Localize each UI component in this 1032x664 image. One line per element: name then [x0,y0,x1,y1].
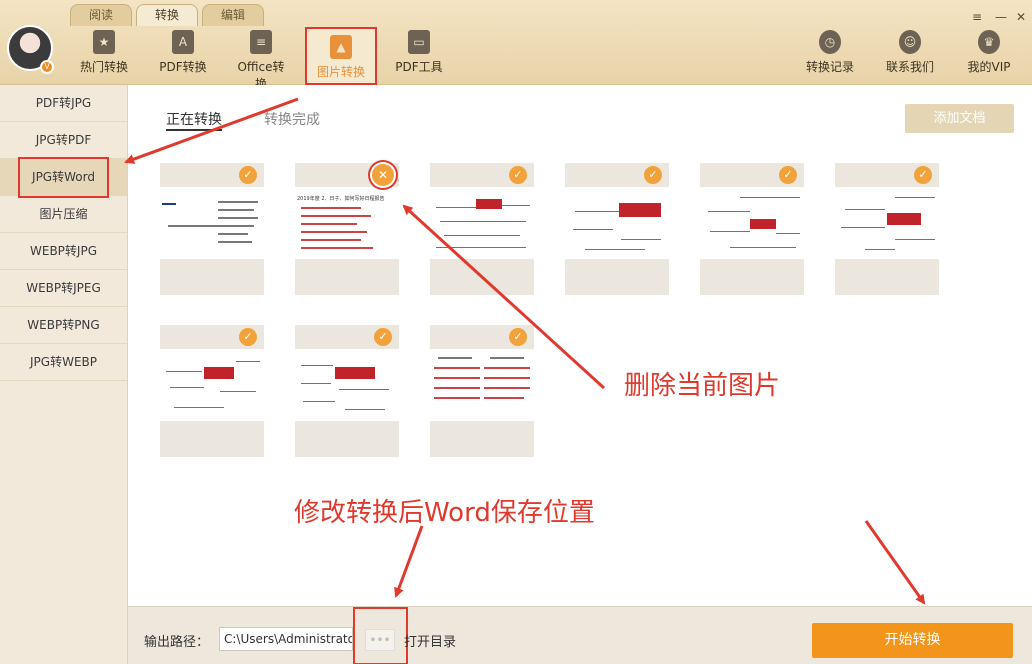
image-thumbnail[interactable]: ✓ [430,325,534,457]
tab-edit[interactable]: 编辑 [202,4,264,26]
image-thumbnail[interactable]: ✓ [160,163,264,295]
nav-image-convert-label: 图片转换 [316,65,365,79]
sidebar-item-label: WEBP转JPEG [26,281,101,295]
sidebar-item-image-compress[interactable]: 图片压缩 [0,196,127,233]
nav-history-label: 转换记录 [805,60,854,74]
thumbnail-preview [430,187,534,259]
sidebar-item-webp-to-jpg[interactable]: WEBP转JPG [0,233,127,270]
sidebar-item-jpg-to-webp[interactable]: JPG转WEBP [0,344,127,381]
annotation-delete: 删除当前图片 [624,371,781,401]
vip-badge-icon: V [40,60,54,74]
nav-vip[interactable]: ♛ 我的VIP [965,30,1013,82]
top-tabs: 阅读 转换 编辑 [70,4,268,26]
image-thumbnail[interactable]: ✓ [700,163,804,295]
checkmark-icon: ✓ [509,328,527,346]
minimize-icon[interactable]: — [995,10,1007,24]
image-thumbnail[interactable]: ✓ [295,325,399,457]
checkmark-icon: ✓ [374,328,392,346]
image-thumbnail[interactable]: ✓ [565,163,669,295]
checkmark-icon: ✓ [644,166,662,184]
sidebar: PDF转JPG JPG转PDF JPG转Word 图片压缩 WEBP转JPG W… [0,85,128,664]
sidebar-item-label: WEBP转JPG [30,244,97,258]
output-path-field[interactable]: C:\Users\Administrator [219,627,353,651]
sidebar-item-label: PDF转JPG [35,96,92,110]
headset-icon: ☺ [899,30,921,54]
thumbnail-preview [295,349,399,421]
checkmark-icon: ✓ [239,166,257,184]
thumbnail-preview [160,349,264,421]
close-icon[interactable]: ✕ [1016,10,1026,24]
sidebar-item-label: WEBP转PNG [27,318,100,332]
thumbnail-preview [565,187,669,259]
clock-icon: ◷ [819,30,841,54]
nav-contact-label: 联系我们 [885,60,934,74]
thumbnail-preview: 2019年度 2、日子、如何写好日程报告 [295,187,399,259]
nav-pdf-convert-label: PDF转换 [159,60,207,74]
checkmark-icon: ✓ [779,166,797,184]
thumbnail-preview [430,349,534,421]
nav-image-convert[interactable]: ▲ 图片转换 [305,27,377,85]
image-thumbnail[interactable]: ✓ [430,163,534,295]
delete-image-icon[interactable]: ✕ [372,164,394,186]
image-thumbnail[interactable]: ✓ [835,163,939,295]
thumbnail-preview [160,187,264,259]
nav-office-convert[interactable]: ≡ Office转换 [232,30,290,91]
pdf-icon: A [172,30,194,54]
image-icon: ▲ [330,35,352,59]
sidebar-item-label: JPG转PDF [35,133,92,147]
sidebar-item-webp-to-png[interactable]: WEBP转PNG [0,307,127,344]
checkmark-icon: ✓ [914,166,932,184]
sidebar-item-label: JPG转WEBP [30,355,97,369]
output-path-label: 输出路径： [144,635,210,650]
thumbnail-preview [835,187,939,259]
sidebar-item-jpg-to-word[interactable]: JPG转Word [0,157,127,198]
sidebar-item-label: JPG转Word [18,157,109,198]
sidebar-item-webp-to-jpeg[interactable]: WEBP转JPEG [0,270,127,307]
nav-pdf-tools-label: PDF工具 [395,60,443,74]
tab-convert[interactable]: 转换 [136,4,198,26]
browse-button[interactable]: ••• [365,629,395,651]
tab-converting[interactable]: 正在转换 [166,109,222,131]
open-directory-link[interactable]: 打开目录 [404,631,456,650]
thumbnail-preview [700,187,804,259]
star-icon: ★ [93,30,115,54]
top-bar: 阅读 转换 编辑 V ★ 热门转换 A PDF转换 ≡ Office转换 ▲ 图… [0,0,1032,91]
toolbox-icon: ▭ [408,30,430,54]
start-convert-button[interactable]: 开始转换 [812,623,1013,658]
menu-icon[interactable]: ≡ [972,10,982,24]
browse-highlight: ••• [353,607,408,664]
annotation-save-location: 修改转换后Word保存位置 [294,498,595,528]
image-thumbnail[interactable]: ✓ [160,325,264,457]
checkmark-icon: ✓ [239,328,257,346]
bottom-bar: 输出路径： C:\Users\Administrator ••• 打开目录 开始… [128,606,1032,664]
add-document-button[interactable]: 添加文档 [905,104,1014,133]
nav-history[interactable]: ◷ 转换记录 [804,30,856,82]
nav-pdf-tools[interactable]: ▭ PDF工具 [395,30,443,82]
thumbnail-doc-title: 2019年度 2、日子、如何写好日程报告 [297,196,385,202]
nav-pdf-convert[interactable]: A PDF转换 [157,30,209,82]
tab-read[interactable]: 阅读 [70,4,132,26]
nav-contact[interactable]: ☺ 联系我们 [884,30,936,82]
nav-hot-convert[interactable]: ★ 热门转换 [78,30,130,82]
sidebar-item-jpg-to-pdf[interactable]: JPG转PDF [0,122,127,159]
document-icon: ≡ [250,30,272,54]
sidebar-item-label: 图片压缩 [39,207,88,221]
image-thumbnail[interactable]: 2019年度 2、日子、如何写好日程报告 ✕ [295,163,399,295]
nav-vip-label: 我的VIP [967,60,1011,74]
nav-hot-convert-label: 热门转换 [79,60,128,74]
checkmark-icon: ✓ [509,166,527,184]
tab-converted[interactable]: 转换完成 [264,109,320,131]
sidebar-item-pdf-to-jpg[interactable]: PDF转JPG [0,85,127,122]
crown-icon: ♛ [978,30,1000,54]
